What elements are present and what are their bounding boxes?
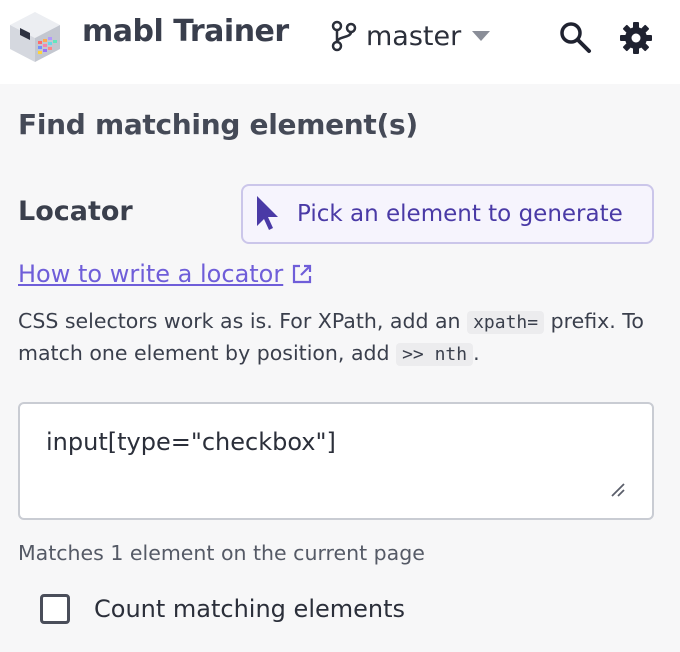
nth-code: >> nth [396,343,474,366]
help-text-part: . [473,341,480,365]
gear-icon[interactable] [618,20,654,56]
branch-selector[interactable]: master [330,16,491,56]
pick-element-button[interactable]: Pick an element to generate [241,184,654,244]
howto-locator-link[interactable]: How to write a locator [18,260,313,288]
xpath-code: xpath= [467,311,545,334]
help-text-part: CSS selectors work as is. For XPath, add… [18,309,468,333]
cursor-arrow-icon [257,196,278,230]
chevron-down-icon [472,31,491,41]
locator-label: Locator [18,196,133,227]
locator-help-text: CSS selectors work as is. For XPath, add… [18,306,658,370]
locator-input[interactable]: input[type="checkbox"] [18,402,654,520]
panel-title: Find matching element(s) [18,108,418,141]
external-link-icon [293,264,312,284]
mabl-logo-icon[interactable] [6,8,64,66]
howto-link-label: How to write a locator [18,260,284,288]
count-matching-checkbox[interactable] [40,594,70,624]
app-title: mabl Trainer [82,14,289,49]
find-elements-panel: Find matching element(s) Locator Pick an… [0,84,680,652]
count-matching-toggle[interactable]: Count matching elements [40,591,405,627]
git-branch-icon [331,20,357,52]
app-header: mabl Trainer master [0,0,680,84]
match-count-text: Matches 1 element on the current page [18,541,425,565]
count-matching-label: Count matching elements [94,595,406,623]
search-icon[interactable] [558,20,592,54]
resize-grip-icon[interactable] [608,480,626,498]
branch-label: master [366,20,462,52]
pick-element-label: Pick an element to generate [297,201,623,227]
